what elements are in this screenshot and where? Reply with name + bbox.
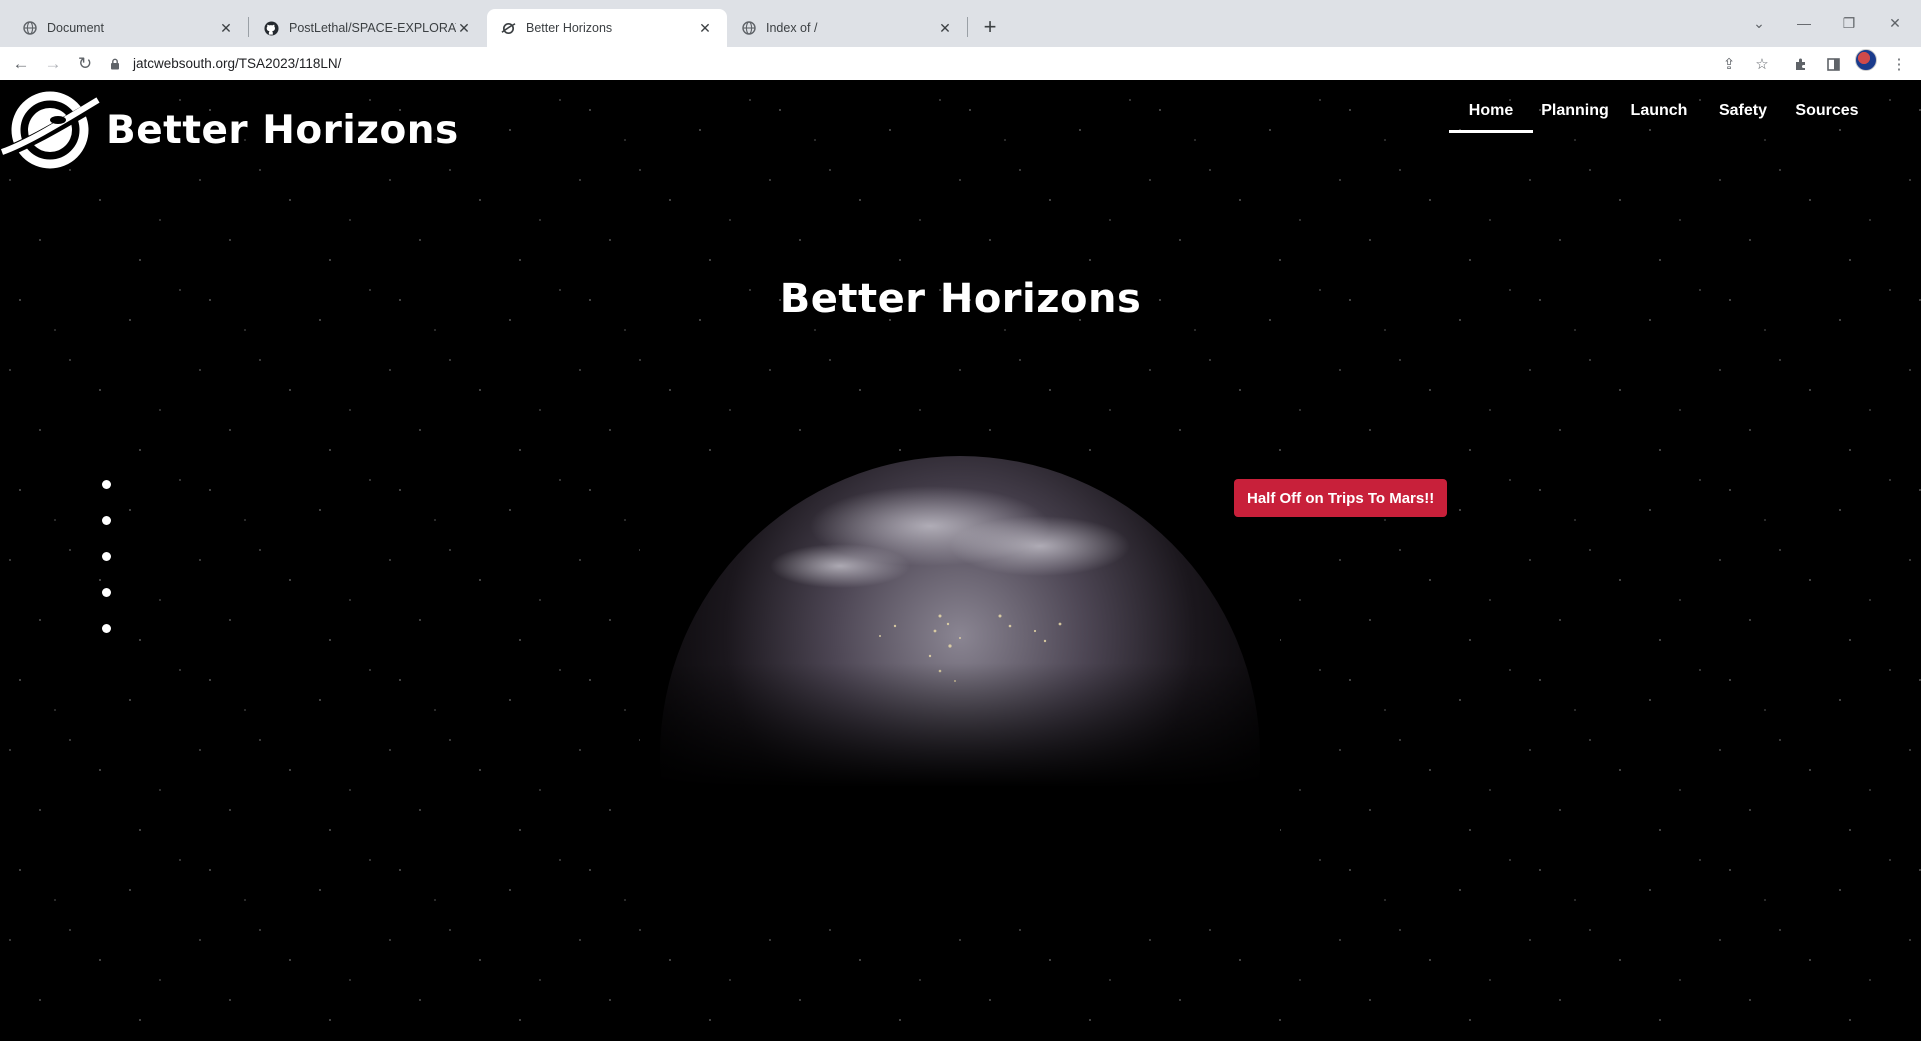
tab-search-chevron-icon[interactable]: ⌄ bbox=[1740, 8, 1778, 38]
brand-name: Better Horizons bbox=[106, 107, 459, 153]
slide-indicators bbox=[102, 480, 111, 660]
forward-button[interactable]: → bbox=[40, 51, 66, 77]
planet-logo-icon bbox=[0, 91, 100, 169]
tab-title: PostLethal/SPACE-EXPLORATION bbox=[289, 21, 456, 35]
url-text: jatcwebsouth.org/TSA2023/118LN/ bbox=[133, 56, 342, 71]
tab-title: Index of / bbox=[766, 21, 818, 35]
side-panel-icon[interactable] bbox=[1821, 52, 1845, 76]
share-icon[interactable]: ⇪ bbox=[1717, 52, 1741, 76]
close-icon[interactable]: ✕ bbox=[937, 20, 953, 36]
browser-tabstrip: Document ✕ PostLethal/SPACE-EXPLORATION … bbox=[0, 0, 1921, 47]
slide-dot[interactable] bbox=[102, 552, 111, 561]
reload-button[interactable]: ↻ bbox=[72, 51, 98, 77]
window-close-button[interactable]: ✕ bbox=[1876, 8, 1914, 38]
browser-toolbar: ← → ↻ jatcwebsouth.org/TSA2023/118LN/ ⇪ … bbox=[0, 47, 1921, 80]
globe-icon bbox=[741, 21, 756, 36]
nav-safety[interactable]: Safety bbox=[1701, 94, 1785, 133]
hero-title: Better Horizons bbox=[779, 276, 1142, 322]
lock-icon bbox=[108, 57, 122, 71]
website-viewport: Better Horizons Home Planning Launch Saf… bbox=[0, 80, 1921, 1041]
slide-dot[interactable] bbox=[102, 588, 111, 597]
globe-icon bbox=[22, 21, 37, 36]
nav-planning[interactable]: Planning bbox=[1533, 94, 1617, 133]
main-nav: Home Planning Launch Safety Sources bbox=[1449, 94, 1869, 133]
restore-button[interactable]: ❐ bbox=[1830, 8, 1868, 38]
close-icon[interactable]: ✕ bbox=[218, 20, 234, 36]
nav-home[interactable]: Home bbox=[1449, 94, 1533, 133]
github-icon bbox=[264, 20, 279, 36]
tab-separator bbox=[967, 17, 968, 37]
close-icon[interactable]: ✕ bbox=[697, 20, 713, 36]
nav-sources[interactable]: Sources bbox=[1785, 94, 1869, 133]
tab-title: Document bbox=[47, 21, 104, 35]
address-bar[interactable]: jatcwebsouth.org/TSA2023/118LN/ bbox=[108, 50, 1778, 77]
nav-launch[interactable]: Launch bbox=[1617, 94, 1701, 133]
slide-dot[interactable] bbox=[102, 516, 111, 525]
back-button[interactable]: ← bbox=[8, 51, 34, 77]
browser-tab-index[interactable]: Index of / ✕ bbox=[727, 9, 967, 47]
slide-dot[interactable] bbox=[102, 480, 111, 489]
profile-avatar[interactable] bbox=[1855, 49, 1877, 71]
browser-tab-document[interactable]: Document ✕ bbox=[8, 9, 248, 47]
site-logo-icon bbox=[501, 21, 516, 36]
new-tab-button[interactable]: + bbox=[975, 12, 1005, 42]
extensions-icon[interactable] bbox=[1789, 52, 1813, 76]
browser-tab-github[interactable]: PostLethal/SPACE-EXPLORATION ✕ bbox=[250, 9, 486, 47]
bookmark-star-icon[interactable]: ☆ bbox=[1750, 52, 1774, 76]
tab-separator bbox=[248, 17, 249, 37]
mars-promo-button[interactable]: Half Off on Trips To Mars!! bbox=[1234, 479, 1448, 517]
close-icon[interactable]: ✕ bbox=[456, 20, 472, 36]
minimize-button[interactable]: — bbox=[1785, 8, 1823, 38]
earth-image bbox=[640, 456, 1280, 916]
tab-title: Better Horizons bbox=[526, 21, 613, 35]
slide-dot[interactable] bbox=[102, 624, 111, 633]
browser-tab-better-horizons[interactable]: Better Horizons ✕ bbox=[487, 9, 727, 47]
menu-kebab-icon[interactable]: ⋮ bbox=[1887, 52, 1911, 76]
brand-logo[interactable]: Better Horizons bbox=[0, 84, 459, 176]
